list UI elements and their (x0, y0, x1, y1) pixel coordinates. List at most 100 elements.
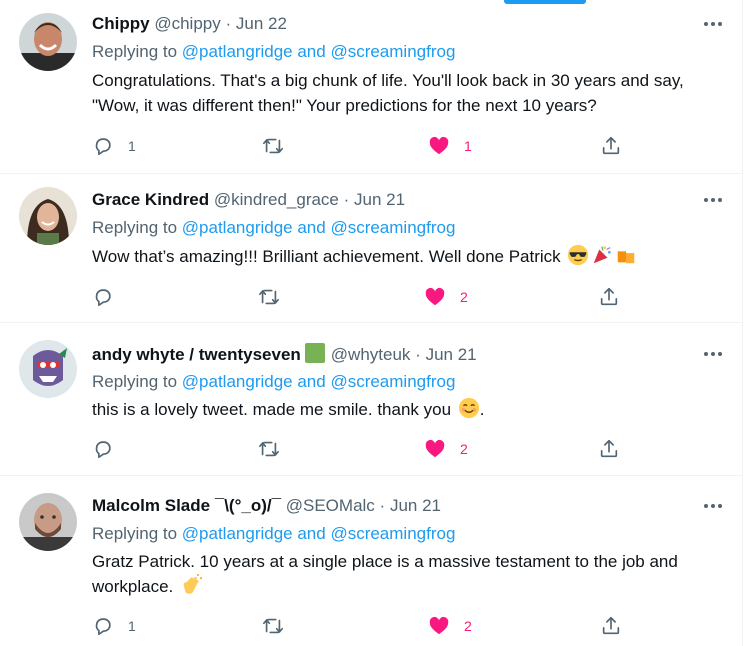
tweet-text: this is a lovely tweet. made me smile. t… (92, 400, 452, 419)
clapping-hands-emoji-icon (183, 574, 202, 594)
more-icon[interactable] (699, 495, 727, 517)
tweet-text-container: this is a lovely tweet. made me smile. t… (92, 397, 722, 422)
tweet-header: andy whyte / twentyseven @whyteuk · Jun 2… (92, 343, 477, 365)
tweet-text: Wow that’s amazing!!! Brilliant achievem… (92, 247, 561, 266)
retweet-icon (259, 441, 279, 457)
share-button[interactable] (598, 436, 620, 462)
avatar[interactable] (19, 187, 77, 245)
more-icon[interactable] (699, 13, 727, 35)
like-button[interactable]: 2 (424, 436, 468, 462)
replying-targets-link[interactable]: @patlangridge and @screamingfrog (182, 524, 456, 543)
retweet-button[interactable] (258, 284, 294, 310)
column-border (742, 0, 743, 646)
author-handle[interactable]: @chippy (154, 14, 220, 33)
author-handle[interactable]: @kindred_grace (214, 190, 339, 209)
author-handle[interactable]: @whyteuk (331, 345, 411, 364)
replying-to: Replying to @patlangridge and @screaming… (92, 371, 455, 393)
replying-targets-link[interactable]: @patlangridge and @screamingfrog (182, 42, 456, 61)
reply-button[interactable] (92, 284, 128, 310)
tweet-actions: 1 2 (92, 613, 652, 639)
like-button[interactable]: 1 (428, 133, 472, 159)
replying-prefix: Replying to (92, 42, 178, 61)
green-square-icon (304, 343, 325, 363)
retweet-button[interactable] (262, 133, 298, 159)
more-icon[interactable] (699, 343, 727, 365)
avatar[interactable] (19, 340, 77, 398)
author-name[interactable]: andy whyte / twentyseven (92, 345, 301, 364)
tweet-date[interactable]: Jun 21 (426, 345, 477, 364)
reply-button[interactable]: 1 (92, 133, 136, 159)
reply-button[interactable] (92, 436, 128, 462)
heart-icon (425, 287, 445, 306)
share-icon (600, 287, 618, 306)
separator: · (225, 14, 232, 33)
share-icon (602, 616, 620, 635)
like-count: 2 (460, 289, 468, 305)
tweet-text-container: Gratz Patrick. 10 years at a single plac… (92, 549, 722, 599)
tweet[interactable]: andy whyte / twentyseven @whyteuk · Jun 2… (0, 323, 742, 476)
replying-to: Replying to @patlangridge and @screaming… (92, 41, 455, 63)
tweet[interactable]: Malcolm Slade ¯\(°_o)/¯ @SEOMalc · Jun 2… (0, 476, 742, 646)
tweet-text-suffix: . (479, 400, 485, 419)
reply-icon (95, 441, 111, 459)
retweet-icon (263, 618, 283, 634)
reply-icon (95, 618, 111, 636)
tweet[interactable]: Chippy @chippy · Jun 22 Replying to @pat… (0, 0, 742, 174)
tweet-header: Grace Kindred @kindred_grace · Jun 21 (92, 189, 405, 211)
reply-icon (95, 138, 111, 156)
heart-icon (429, 616, 449, 635)
more-icon[interactable] (699, 189, 727, 211)
tweet-text: Congratulations. That's a big chunk of l… (92, 71, 684, 115)
heart-icon (425, 439, 445, 458)
like-count: 2 (460, 441, 468, 457)
like-button[interactable]: 2 (428, 613, 472, 639)
retweet-button[interactable] (262, 613, 298, 639)
tweet-date[interactable]: Jun 21 (390, 496, 441, 515)
like-count: 1 (464, 138, 472, 154)
reply-count: 1 (128, 618, 136, 634)
replying-targets-link[interactable]: @patlangridge and @screamingfrog (182, 372, 456, 391)
separator: · (379, 496, 386, 515)
replying-prefix: Replying to (92, 524, 178, 543)
avatar[interactable] (19, 13, 77, 71)
tweet-actions: 1 1 (92, 133, 652, 159)
tweet-header: Malcolm Slade ¯\(°_o)/¯ @SEOMalc · Jun 2… (92, 495, 441, 517)
like-button[interactable]: 2 (424, 284, 468, 310)
retweet-button[interactable] (258, 436, 294, 462)
sunglasses-emoji-icon (568, 244, 589, 266)
reply-button[interactable]: 1 (92, 613, 136, 639)
author-handle[interactable]: @SEOMalc (286, 496, 375, 515)
retweet-icon (259, 289, 279, 305)
author-name[interactable]: Malcolm Slade ¯\(°_o)/¯ (92, 496, 281, 515)
share-button[interactable] (600, 133, 622, 159)
share-icon (600, 439, 618, 458)
separator: · (415, 345, 421, 364)
tweet-text-container: Wow that’s amazing!!! Brilliant achievem… (92, 244, 722, 269)
replying-prefix: Replying to (92, 372, 178, 391)
reply-icon (95, 289, 111, 307)
tweet-date[interactable]: Jun 21 (354, 190, 405, 209)
replying-targets-link[interactable]: @patlangridge and @screamingfrog (182, 218, 456, 237)
replying-to: Replying to @patlangridge and @screaming… (92, 523, 455, 545)
tweet-header: Chippy @chippy · Jun 22 (92, 13, 287, 35)
share-icon (602, 136, 620, 155)
replying-to: Replying to @patlangridge and @screaming… (92, 217, 455, 239)
heart-icon (429, 136, 449, 155)
reply-count: 1 (128, 138, 136, 154)
tweet-actions: 2 (92, 284, 652, 310)
author-name[interactable]: Chippy (92, 14, 150, 33)
beer-mugs-emoji-icon (618, 248, 635, 264)
party-popper-emoji-icon (594, 246, 612, 264)
smiling-face-emoji-icon (458, 397, 479, 419)
separator: · (343, 190, 350, 209)
retweet-icon (263, 138, 283, 154)
share-button[interactable] (600, 613, 622, 639)
author-name[interactable]: Grace Kindred (92, 190, 209, 209)
tweet-actions: 2 (92, 436, 652, 462)
tweet-date[interactable]: Jun 22 (236, 14, 287, 33)
share-button[interactable] (598, 284, 620, 310)
avatar[interactable] (19, 493, 77, 551)
like-count: 2 (464, 618, 472, 634)
replying-prefix: Replying to (92, 218, 178, 237)
tweet[interactable]: Grace Kindred @kindred_grace · Jun 21 Re… (0, 174, 742, 323)
